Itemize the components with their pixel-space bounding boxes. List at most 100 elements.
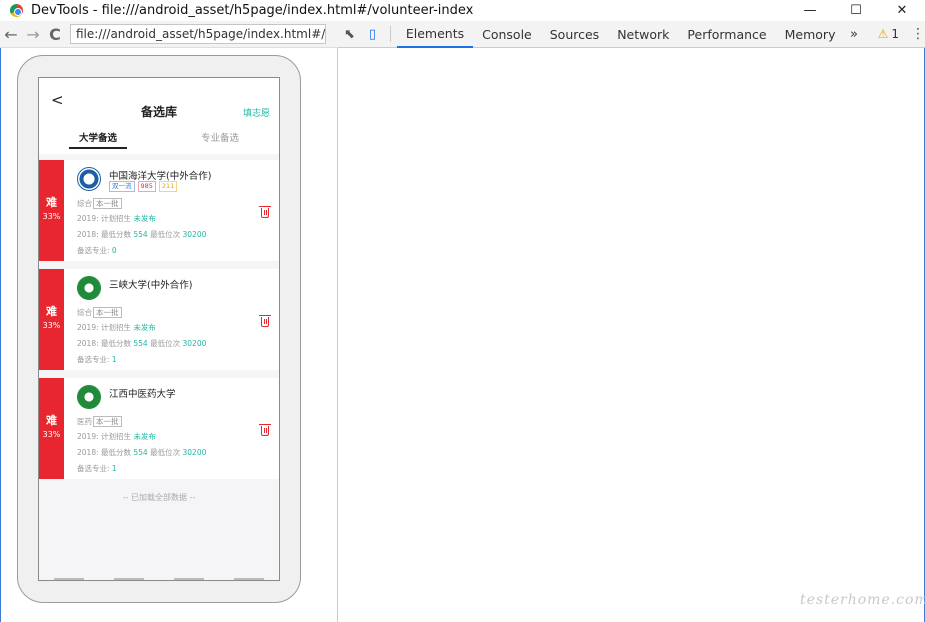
difficulty-label: 难 [46,196,57,209]
university-logo-icon [77,385,101,409]
difficulty-tag: 难 33% [39,378,64,479]
reload-icon[interactable]: C [44,21,66,48]
watermark-text: testerhome.com [800,592,925,608]
min-score-value: 554 [133,339,148,348]
score-2018-line: 2018: 最低分数 554 最低位次 30200 [77,338,206,349]
university-logo-icon [77,167,101,191]
university-card[interactable]: 难 33% 中国海洋大学(中外合作) 双一流 985 211 综合 本一批 201… [39,160,279,261]
min-rank-value: 30200 [182,339,207,348]
back-arrow-icon[interactable]: ← [0,21,22,48]
min-rank-label: 最低位次 [147,230,183,239]
university-card[interactable]: 难 33% 三峡大学(中外合作) 综合 本一批 2019: 计划招生 未发布 20… [39,269,279,370]
badge-group: 双一流 985 211 [109,181,178,192]
min-rank-label: 最低位次 [147,448,183,457]
url-input[interactable]: file:///android_asset/h5page/index.html#… [70,24,326,44]
close-button[interactable]: ✕ [879,0,925,21]
plan-2019-label: 2019: 计划招生 [77,432,134,441]
score-2018-label: 2018: 最低分数 [77,448,134,457]
badge-double-first-class: 双一流 [109,181,135,192]
plan-2019-line: 2019: 计划招生 未发布 [77,213,156,224]
university-name: 三峡大学(中外合作) [109,280,193,291]
tab-elements[interactable]: Elements [396,21,474,48]
majors-line: 备选专业: 1 [77,354,117,365]
window-controls: — ☐ ✕ [787,0,925,21]
delete-trash-icon[interactable] [259,424,271,436]
tab-network[interactable]: Network [608,21,678,48]
majors-count: 1 [111,355,117,364]
category-text: 医药 [77,417,92,426]
plan-2019-label: 2019: 计划招生 [77,323,134,332]
plan-2019-value: 未发布 [133,214,156,223]
tab-performance[interactable]: Performance [678,21,775,48]
min-rank-label: 最低位次 [147,339,183,348]
app-header: < 备选库 填志愿 [39,78,279,122]
batch-tag: 本一批 [93,416,122,427]
university-logo-icon [77,276,101,300]
toolbar-divider [389,26,391,42]
phone-screen: < 备选库 填志愿 大学备选 专业备选 难 33% 中国海洋大学(中外合作) 双… [38,77,280,581]
warning-count: 1 [891,27,899,41]
devtools-elements-panel[interactable] [338,48,925,622]
university-card[interactable]: 难 33% 江西中医药大学 医药 本一批 2019: 计划招生 未发布 2018:… [39,378,279,479]
probability-label: 33% [42,212,61,221]
majors-count: 1 [111,464,117,473]
majors-label: 备选专业: [77,246,112,255]
tab-sources[interactable]: Sources [541,21,608,48]
inspect-element-icon[interactable]: ⬉ [338,21,361,48]
bottom-mark [114,578,144,580]
tab-console[interactable]: Console [473,21,541,48]
app-tabs: 大学备选 专业备选 [39,122,279,154]
plan-2019-value: 未发布 [133,323,156,332]
chrome-icon [10,4,23,17]
device-preview-panel: < 备选库 填志愿 大学备选 专业备选 难 33% 中国海洋大学(中外合作) 双… [0,48,338,622]
score-2018-label: 2018: 最低分数 [77,230,134,239]
difficulty-label: 难 [46,305,57,318]
difficulty-tag: 难 33% [39,269,64,370]
maximize-button[interactable]: ☐ [833,0,879,21]
delete-trash-icon[interactable] [259,315,271,327]
bottom-mark [54,578,84,580]
all-loaded-text: -- 已加载全部数据 -- [122,493,196,502]
min-rank-value: 30200 [182,230,207,239]
bottom-mark [174,578,204,580]
minimize-button[interactable]: — [787,0,833,21]
phone-frame: < 备选库 填志愿 大学备选 专业备选 难 33% 中国海洋大学(中外合作) 双… [17,55,301,603]
tab-memory[interactable]: Memory [776,21,845,48]
delete-trash-icon[interactable] [259,206,271,218]
plan-2019-label: 2019: 计划招生 [77,214,134,223]
university-name: 江西中医药大学 [109,389,176,400]
majors-line: 备选专业: 0 [77,245,117,256]
batch-tag: 本一批 [93,307,122,318]
more-tabs-button[interactable]: » [844,27,863,42]
score-2018-label: 2018: 最低分数 [77,339,134,348]
category-text: 综合 [77,308,92,317]
min-score-value: 554 [133,448,148,457]
majors-count: 0 [111,246,117,255]
tab-major[interactable]: 专业备选 [201,130,239,144]
fill-volunteer-link[interactable]: 填志愿 [243,106,270,119]
warnings-counter[interactable]: ⚠ 1 [878,27,899,41]
min-rank-value: 30200 [182,448,207,457]
probability-label: 33% [42,430,61,439]
kebab-menu-icon[interactable]: ⋮ [911,26,925,42]
category-line: 综合 本一批 [77,307,122,318]
badge-211: 211 [158,181,178,192]
bottom-mark [234,578,264,580]
address-row: ← → C file:///android_asset/h5page/index… [0,21,338,48]
score-2018-line: 2018: 最低分数 554 最低位次 30200 [77,229,206,240]
bottom-tabbar-stub [39,578,279,580]
plan-2019-line: 2019: 计划招生 未发布 [77,322,156,333]
difficulty-tag: 难 33% [39,160,64,261]
plan-2019-value: 未发布 [133,432,156,441]
university-name: 中国海洋大学(中外合作) [109,171,212,182]
forward-arrow-icon[interactable]: → [22,21,44,48]
majors-line: 备选专业: 1 [77,463,117,474]
device-toolbar-icon[interactable]: ▯ [361,21,384,48]
probability-label: 33% [42,321,61,330]
tab-university[interactable]: 大学备选 [79,130,117,144]
batch-tag: 本一批 [93,198,122,209]
majors-label: 备选专业: [77,464,112,473]
badge-985: 985 [137,181,156,192]
category-line: 医药 本一批 [77,416,122,427]
min-score-value: 554 [133,230,148,239]
